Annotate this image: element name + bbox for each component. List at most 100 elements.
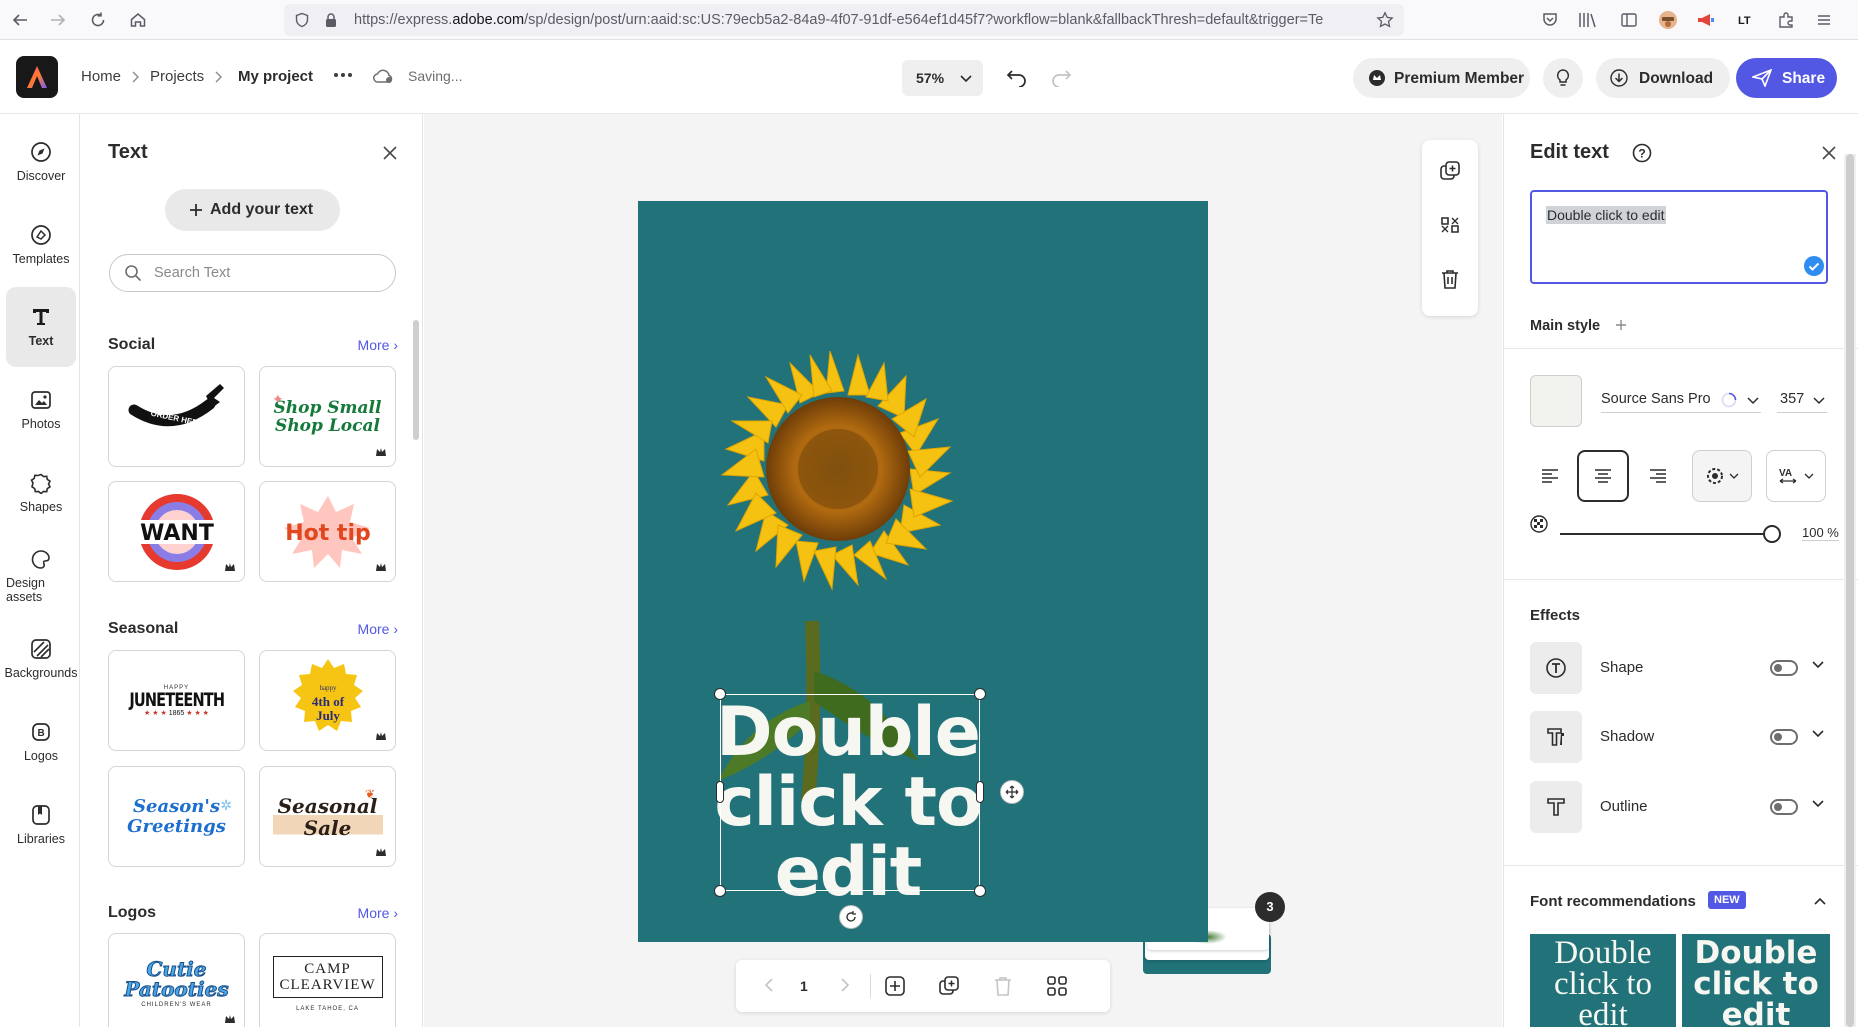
- project-title[interactable]: My project: [238, 68, 313, 85]
- search-text-input[interactable]: Search Text: [109, 254, 396, 292]
- home-icon[interactable]: [126, 8, 150, 32]
- rail-photos[interactable]: Photos: [6, 371, 76, 449]
- grid-view-icon[interactable]: [1046, 975, 1068, 997]
- add-text-button[interactable]: Add your text: [165, 189, 340, 231]
- more-link-logos[interactable]: More ›: [358, 905, 398, 921]
- page-number[interactable]: 1: [800, 978, 808, 994]
- selection-box[interactable]: [720, 694, 980, 891]
- duplicate-page-icon[interactable]: [938, 975, 960, 997]
- adobe-express-logo[interactable]: [16, 56, 58, 98]
- effect-row-shape[interactable]: Shape: [1530, 642, 1840, 694]
- text-color-swatch[interactable]: [1530, 375, 1582, 427]
- zoom-dropdown[interactable]: 57%: [902, 60, 983, 96]
- rail-backgrounds[interactable]: Backgrounds: [5, 620, 77, 698]
- main-style-label[interactable]: Main style: [1530, 318, 1600, 334]
- close-panel-icon[interactable]: [1821, 145, 1837, 161]
- delete-page-icon[interactable]: [992, 975, 1014, 997]
- rotate-handle-icon[interactable]: [839, 905, 863, 929]
- align-left-button[interactable]: [1524, 450, 1576, 502]
- shadow-toggle[interactable]: [1770, 729, 1798, 745]
- rail-discover[interactable]: Discover: [6, 123, 76, 201]
- text-content-field[interactable]: Double click to edit: [1530, 190, 1828, 284]
- panel-scrollbar-track[interactable]: [1844, 154, 1856, 1027]
- rail-design-assets[interactable]: Design assets: [6, 537, 76, 615]
- library-icon[interactable]: [1576, 8, 1600, 32]
- back-icon[interactable]: [8, 8, 32, 32]
- account-avatar-icon[interactable]: [1656, 8, 1680, 32]
- menu-icon[interactable]: [1812, 8, 1836, 32]
- bookmark-star-icon[interactable]: [1376, 11, 1394, 29]
- url-bar[interactable]: https://express.adobe.com/sp/design/post…: [284, 4, 1404, 36]
- shield-icon[interactable]: [294, 12, 310, 28]
- spacing-dropdown[interactable]: VA: [1766, 450, 1826, 502]
- next-page-icon[interactable]: [840, 978, 850, 992]
- duplicate-icon[interactable]: [1439, 160, 1461, 182]
- add-style-plus-icon[interactable]: [1615, 319, 1627, 331]
- text-style-dropdown[interactable]: [1692, 450, 1752, 502]
- download-button[interactable]: Download: [1596, 58, 1730, 98]
- text-card-seasons-greetings[interactable]: Season's Greetings ✲: [108, 766, 245, 867]
- breadcrumb-home[interactable]: Home: [81, 68, 121, 85]
- resize-handle[interactable]: [714, 885, 726, 897]
- text-card-order-here[interactable]: ORDER HERE: [108, 366, 245, 467]
- chevron-up-icon[interactable]: [1814, 896, 1826, 906]
- chevron-down-icon[interactable]: [1812, 799, 1824, 809]
- delete-icon[interactable]: [1439, 268, 1461, 290]
- more-link-social[interactable]: More ›: [358, 337, 398, 353]
- lightbulb-button[interactable]: [1543, 58, 1583, 98]
- chevron-down-icon[interactable]: [1812, 729, 1824, 739]
- side-handle[interactable]: [976, 781, 984, 803]
- font-rec-card-serif[interactable]: Double click to edit: [1530, 934, 1676, 1027]
- prev-page-icon[interactable]: [764, 978, 774, 992]
- undo-icon[interactable]: [1006, 67, 1028, 87]
- panel-scrollbar[interactable]: [413, 320, 419, 440]
- forward-icon[interactable]: [46, 8, 70, 32]
- text-card-seasonal-sale[interactable]: Seasonal Sale ❦: [259, 766, 396, 867]
- extension-lt-icon[interactable]: LT: [1734, 8, 1758, 32]
- rail-text[interactable]: Text: [6, 287, 76, 367]
- side-handle[interactable]: [716, 781, 724, 803]
- rail-logos[interactable]: B Logos: [6, 703, 76, 781]
- checkmark-icon[interactable]: [1804, 256, 1824, 276]
- text-card-juneteenth[interactable]: HAPPY JUNETEENTH ★ ★ ★ 1865 ★ ★ ★: [108, 650, 245, 751]
- opacity-value[interactable]: 100 %: [1802, 525, 1839, 541]
- font-family-dropdown[interactable]: Source Sans Pro: [1601, 389, 1761, 413]
- chevron-down-icon[interactable]: [1812, 660, 1824, 670]
- help-icon[interactable]: ?: [1632, 143, 1652, 163]
- more-link-seasonal[interactable]: More ›: [358, 621, 398, 637]
- rail-templates[interactable]: Templates: [6, 206, 76, 284]
- text-card-shop-small[interactable]: Shop Small Shop Local ✦: [259, 366, 396, 467]
- rail-libraries[interactable]: Libraries: [6, 786, 76, 864]
- effect-row-outline[interactable]: Outline: [1530, 781, 1840, 833]
- megaphone-icon[interactable]: [1694, 8, 1718, 32]
- shape-toggle[interactable]: [1770, 660, 1798, 676]
- resize-handle[interactable]: [714, 688, 726, 700]
- panel-scrollbar-thumb[interactable]: [1846, 154, 1854, 1027]
- effect-row-shadow[interactable]: Shadow: [1530, 711, 1840, 763]
- reload-icon[interactable]: [86, 8, 110, 32]
- lock-icon[interactable]: [324, 12, 338, 28]
- add-page-icon[interactable]: [884, 975, 906, 997]
- breadcrumb-projects[interactable]: Projects: [150, 68, 204, 85]
- text-card-hot-tip[interactable]: Hot tip: [259, 481, 396, 582]
- share-button[interactable]: Share: [1736, 58, 1837, 98]
- text-content-value[interactable]: Double click to edit: [1546, 206, 1666, 224]
- outline-toggle[interactable]: [1770, 799, 1798, 815]
- redo-icon[interactable]: [1050, 67, 1072, 87]
- url-text[interactable]: https://express.adobe.com/sp/design/post…: [354, 12, 1354, 28]
- font-size-dropdown[interactable]: 357: [1777, 389, 1827, 413]
- rail-shapes[interactable]: Shapes: [6, 454, 76, 532]
- move-handle-icon[interactable]: [1000, 780, 1024, 804]
- close-panel-icon[interactable]: [382, 145, 398, 161]
- text-card-cutie-patooties[interactable]: Cutie Patooties CHILDREN'S WEAR: [108, 933, 245, 1027]
- text-card-camp-clearview[interactable]: CAMP CLEARVIEW LAKE TAHOE, CA: [259, 933, 396, 1027]
- text-card-want[interactable]: WANT: [108, 481, 245, 582]
- resize-handle[interactable]: [974, 688, 986, 700]
- opacity-slider-handle[interactable]: [1763, 525, 1781, 543]
- extensions-puzzle-icon[interactable]: [1774, 8, 1798, 32]
- opacity-slider-track[interactable]: [1560, 533, 1774, 535]
- sidebar-icon[interactable]: [1617, 8, 1641, 32]
- pocket-icon[interactable]: [1538, 8, 1562, 32]
- resize-handle[interactable]: [974, 885, 986, 897]
- font-rec-card-sans[interactable]: Double click to edit: [1682, 934, 1830, 1027]
